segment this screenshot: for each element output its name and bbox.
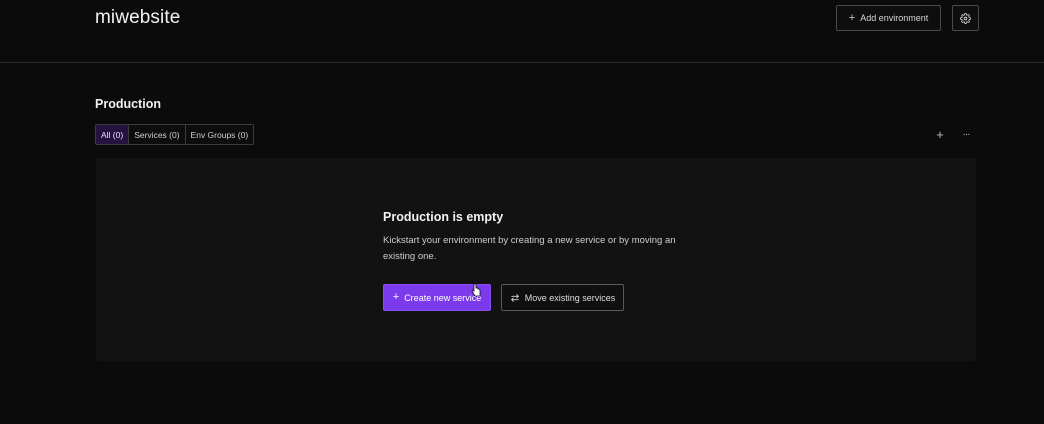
gear-icon [960,12,971,24]
create-new-service-label: Create new service [404,292,482,303]
empty-state-title: Production is empty [383,210,504,224]
swap-arrows-icon [510,293,519,302]
move-existing-services-label: Move existing services [524,292,616,303]
more-options-button[interactable]: ··· [959,127,973,141]
add-environment-button[interactable]: + Add environment [836,5,941,31]
hand-cursor-icon [471,283,481,297]
plus-icon: + [392,291,400,303]
add-environment-label: Add environment [860,13,929,23]
top-header: miwebsite + Add environment [0,0,1044,63]
environment-title: Production [95,97,161,111]
tab-all[interactable]: All (0) [96,125,130,144]
move-existing-services-button[interactable]: Move existing services [501,284,624,311]
filter-tabs: All (0) Services (0) Env Groups (0) [95,124,255,145]
plus-icon: + [848,11,856,24]
tab-services[interactable]: Services (0) [129,125,186,144]
settings-button[interactable] [952,5,979,31]
tab-env-groups[interactable]: Env Groups (0) [185,125,254,144]
plus-icon: + [936,126,944,142]
more-horizontal-icon: ··· [962,128,971,140]
empty-state-description: Kickstart your environment by creating a… [383,235,676,262]
add-resource-button[interactable]: + [933,126,947,142]
project-title: miwebsite [95,7,181,28]
